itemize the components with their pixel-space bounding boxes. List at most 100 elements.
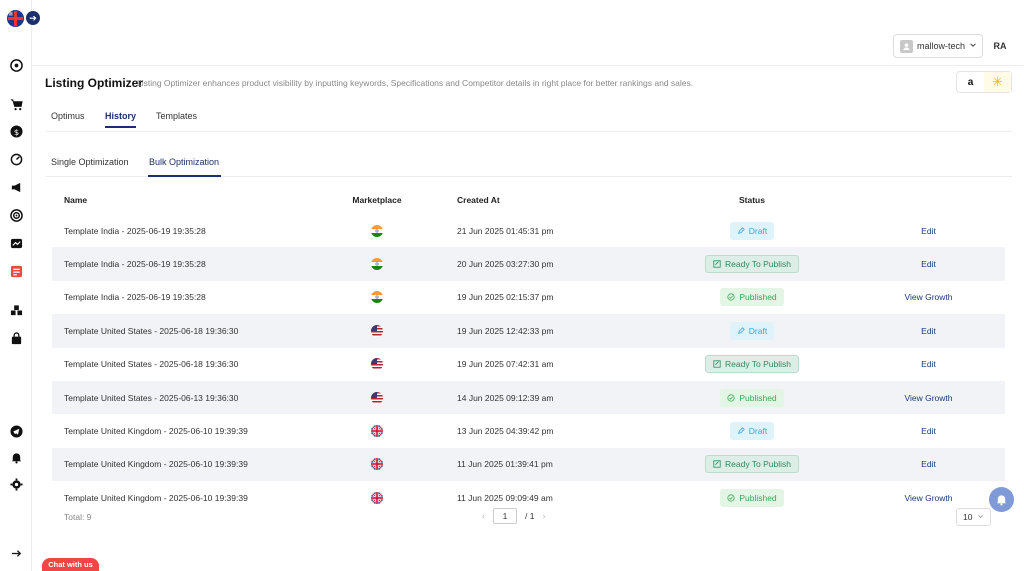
subtab-bulk-optimization[interactable]: Bulk Optimization <box>149 157 219 167</box>
row-action-link[interactable]: Edit <box>852 259 1005 269</box>
row-name: Template United Kingdom - 2025-06-10 19:… <box>64 426 248 437</box>
row-action-link[interactable]: Edit <box>852 459 1005 469</box>
sidebar: ➔ $ <box>0 0 40 571</box>
megaphone-icon[interactable] <box>9 180 23 194</box>
status-label: Ready To Publish <box>725 359 791 370</box>
row-action-link[interactable]: Edit <box>852 359 1005 369</box>
collapse-arrow-icon[interactable] <box>9 546 23 560</box>
row-action-link[interactable]: View Growth <box>852 493 1005 503</box>
table-header: Name Marketplace Created At Status <box>52 186 1005 214</box>
app-root: ➔ $ mallow-tech RA Listing Optimizer Lis… <box>0 0 1024 571</box>
status-badge: Published <box>720 488 784 507</box>
row-name: Template United States - 2025-06-18 19:3… <box>64 359 239 370</box>
pencil-icon <box>737 327 745 335</box>
india-flag-icon <box>371 224 383 237</box>
header-status: Status <box>739 195 765 205</box>
chat-with-us-button[interactable]: Chat with us <box>42 558 99 571</box>
status-label: Draft <box>748 225 768 236</box>
us-flag-icon <box>371 358 383 371</box>
shopping-bag-icon[interactable] <box>9 331 23 345</box>
pencil-icon <box>737 427 745 435</box>
check-circle-icon <box>727 494 735 502</box>
top-bar <box>33 0 1024 66</box>
amazon-icon[interactable]: a <box>957 72 984 92</box>
row-action-link[interactable]: View Growth <box>852 292 1005 302</box>
row-action-link[interactable]: View Growth <box>852 393 1005 403</box>
cart-icon[interactable] <box>9 97 23 111</box>
status-label: Draft <box>748 426 768 437</box>
page-size-select[interactable]: 10 <box>956 508 991 526</box>
row-created-at: 20 Jun 2025 03:27:30 pm <box>457 259 554 270</box>
header-name: Name <box>64 195 88 205</box>
status-label: Published <box>739 292 777 303</box>
status-badge: Published <box>720 388 784 407</box>
prev-page-icon[interactable]: ‹ <box>482 511 485 521</box>
bell-icon[interactable] <box>9 450 23 464</box>
dashboard-icon[interactable] <box>9 58 23 72</box>
page-description: Listing Optimizer enhances product visib… <box>137 78 694 88</box>
pencil-icon <box>737 226 745 235</box>
edit-box-icon <box>713 260 721 268</box>
status-badge: Draft <box>729 321 775 340</box>
svg-text:$: $ <box>13 126 18 136</box>
row-action-link[interactable]: Edit <box>852 326 1005 336</box>
status-label: Ready To Publish <box>725 259 791 270</box>
next-page-icon[interactable]: › <box>542 511 545 521</box>
table-row: Template United Kingdom - 2025-06-10 19:… <box>52 414 1005 447</box>
table-row: Template India - 2025-06-19 19:35:28 20 J… <box>52 247 1005 281</box>
settings-icon[interactable] <box>9 477 23 491</box>
row-name: Template India - 2025-06-19 19:35:28 <box>64 292 206 303</box>
tab-history[interactable]: History <box>105 111 136 121</box>
uk-flag-icon <box>371 458 383 471</box>
row-created-at: 21 Jun 2025 01:45:31 pm <box>457 225 554 236</box>
row-action-link[interactable]: Edit <box>852 226 1005 236</box>
listing-optimizer-icon[interactable] <box>9 264 23 278</box>
row-created-at: 19 Jun 2025 12:42:33 pm <box>457 325 554 336</box>
chevron-down-icon <box>977 512 984 522</box>
row-name: Template United States - 2025-06-13 19:3… <box>64 392 239 403</box>
account-name: mallow-tech <box>917 41 966 51</box>
row-name: Template India - 2025-06-19 19:35:28 <box>64 225 206 236</box>
target-icon[interactable] <box>9 208 23 222</box>
status-label: Published <box>739 392 777 403</box>
status-badge: Draft <box>729 221 775 240</box>
header-marketplace: Marketplace <box>352 195 402 205</box>
status-badge: Published <box>720 288 784 307</box>
us-flag-icon <box>371 391 383 404</box>
page-input[interactable]: 1 <box>493 508 517 524</box>
boxes-icon[interactable] <box>9 303 23 317</box>
row-name: Template United Kingdom - 2025-06-10 19:… <box>64 492 248 503</box>
row-created-at: 19 Jun 2025 07:42:31 am <box>457 359 554 370</box>
uk-flag-icon <box>371 425 383 438</box>
main-tabs: Optimus History Templates <box>45 100 1012 132</box>
status-badge: Draft <box>729 422 775 441</box>
notification-bell-button[interactable] <box>989 487 1014 512</box>
row-name: Template United Kingdom - 2025-06-10 19:… <box>64 459 248 470</box>
user-avatar[interactable]: RA <box>990 37 1010 55</box>
table-row: Template India - 2025-06-19 19:35:28 21 J… <box>52 214 1005 247</box>
page-size-value: 10 <box>963 512 973 522</box>
edit-box-icon <box>713 460 721 469</box>
row-created-at: 19 Jun 2025 02:15:37 pm <box>457 292 554 303</box>
bell-icon <box>996 495 1007 506</box>
table-row: Template United States - 2025-06-13 19:3… <box>52 380 1005 415</box>
header-created-at: Created At <box>457 195 500 205</box>
status-label: Ready To Publish <box>725 459 791 470</box>
page-total: / 1 <box>525 511 535 521</box>
telegram-icon[interactable] <box>9 424 23 438</box>
tab-templates[interactable]: Templates <box>156 111 197 121</box>
subtab-single-optimization[interactable]: Single Optimization <box>51 157 129 167</box>
row-action-link[interactable]: Edit <box>852 426 1005 436</box>
status-badge: Ready To Publish <box>705 355 799 374</box>
dollar-icon[interactable]: $ <box>9 124 23 138</box>
account-switcher[interactable]: mallow-tech <box>893 34 983 58</box>
walmart-icon[interactable]: ✳ <box>984 72 1011 92</box>
tab-optimus[interactable]: Optimus <box>51 111 85 121</box>
analytics-icon[interactable] <box>9 236 23 250</box>
speedometer-icon[interactable] <box>9 152 23 166</box>
india-flag-icon <box>371 258 383 271</box>
pagination: ‹ 1 / 1 › <box>482 508 545 524</box>
table-row: Template United Kingdom - 2025-06-10 19:… <box>52 447 1005 482</box>
status-badge: Ready To Publish <box>705 455 799 474</box>
history-table: Name Marketplace Created At Status Templ… <box>52 186 1005 515</box>
